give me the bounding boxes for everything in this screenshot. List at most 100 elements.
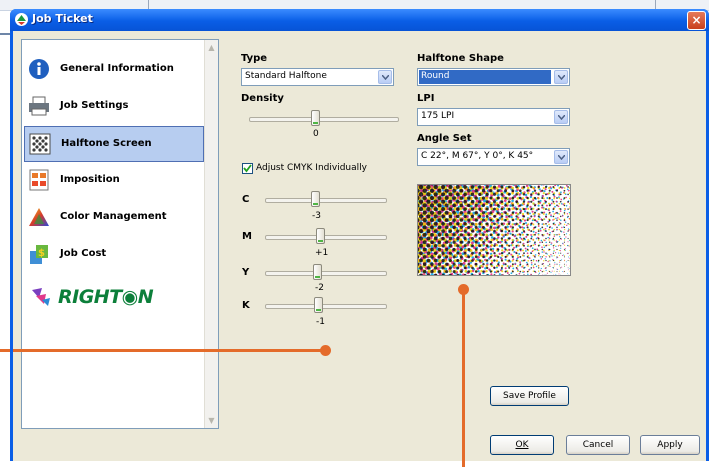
chevron-down-icon[interactable]: [554, 150, 568, 164]
lpi-select[interactable]: 175 LPI: [417, 108, 570, 126]
halftone-dot: [533, 265, 534, 266]
halftone-dot: [493, 208, 496, 211]
halftone-dot: [568, 269, 569, 270]
halftone-dot: [453, 270, 456, 273]
halftone-dot: [526, 262, 528, 264]
halftone-dot: [554, 271, 555, 272]
halftone-dot: [569, 203, 570, 205]
chevron-down-icon[interactable]: [554, 110, 568, 124]
halftone-dot: [423, 196, 427, 200]
halftone-dot: [527, 256, 529, 258]
halftone-dot: [543, 208, 545, 210]
halftone-dot: [543, 213, 545, 215]
halftone-dot: [553, 229, 555, 231]
halftone-dot: [501, 270, 503, 272]
halftone-dot: [453, 263, 456, 266]
halftone-dot: [508, 260, 510, 262]
halftone-dot: [564, 210, 566, 212]
halftone-dot: [527, 239, 529, 241]
nav-item-job-settings[interactable]: Job Settings: [24, 89, 202, 123]
halftone-dot: [538, 252, 540, 254]
close-button[interactable]: ×: [687, 11, 706, 30]
halftone-dot: [513, 251, 515, 253]
halftone-dot: [471, 252, 474, 255]
halftone-dot: [493, 215, 496, 218]
chevron-down-icon[interactable]: [554, 70, 568, 84]
halftone-dot: [460, 248, 463, 251]
channel-m-slider-thumb[interactable]: [316, 228, 325, 244]
halftone-dot: [566, 265, 567, 266]
halftone-dot: [540, 200, 542, 202]
halftone-dot: [538, 265, 539, 266]
channel-c-slider-thumb[interactable]: [311, 191, 320, 207]
halftone-shape-select[interactable]: Round: [417, 68, 570, 86]
halftone-dot: [491, 239, 494, 242]
halftone-dot: [523, 245, 525, 247]
apply-button[interactable]: Apply: [640, 435, 700, 455]
nav-item-imposition[interactable]: Imposition: [24, 163, 202, 197]
halftone-dot: [530, 186, 532, 188]
halftone-dot: [509, 204, 512, 207]
halftone-dot: [486, 259, 488, 261]
halftone-dot: [556, 205, 558, 207]
nav-item-job-cost[interactable]: $ Job Cost: [24, 237, 202, 271]
halftone-dot: [556, 197, 558, 199]
nav-item-color-management[interactable]: Color Management: [24, 200, 202, 234]
halftone-dot: [430, 255, 434, 259]
title-bar[interactable]: Job Ticket ×: [10, 9, 709, 31]
halftone-dot: [434, 266, 437, 269]
halftone-dot: [508, 200, 511, 203]
halftone-dot: [515, 215, 517, 217]
channel-m-slider-track[interactable]: [265, 235, 387, 240]
halftone-dot: [419, 192, 423, 196]
halftone-dot: [564, 239, 565, 240]
halftone-dot: [482, 189, 485, 192]
chevron-down-icon[interactable]: [378, 70, 392, 84]
category-scrollbar[interactable]: ▲ ▼: [204, 40, 218, 428]
halftone-dot: [519, 204, 521, 206]
halftone-dot: [506, 239, 508, 241]
halftone-dot: [569, 255, 570, 256]
halftone-dot: [545, 228, 547, 230]
density-slider-track[interactable]: [249, 117, 399, 122]
halftone-dot: [449, 252, 452, 255]
money-icon: $: [28, 243, 50, 265]
adjust-cmyk-checkbox[interactable]: [242, 163, 253, 174]
halftone-dot: [553, 218, 555, 220]
halftone-dot: [501, 255, 503, 257]
halftone-dot: [545, 256, 546, 257]
halftone-dot: [478, 185, 481, 188]
scroll-up-icon[interactable]: ▲: [206, 42, 217, 53]
halftone-dot: [485, 249, 488, 252]
channel-c-slider-track[interactable]: [265, 198, 387, 203]
channel-y-slider-track[interactable]: [265, 271, 387, 276]
halftone-dot: [538, 260, 539, 261]
halftone-dot: [482, 241, 485, 244]
halftone-dot: [504, 226, 506, 228]
halftone-dot: [548, 260, 549, 261]
halftone-dot: [554, 185, 556, 186]
ok-button[interactable]: OK: [490, 435, 554, 455]
halftone-dot: [456, 274, 459, 275]
angle-set-select[interactable]: C 22°, M 67°, Y 0°, K 45°: [417, 148, 570, 166]
halftone-dot: [501, 252, 503, 254]
density-slider-thumb[interactable]: [311, 110, 320, 126]
halftone-dot: [558, 245, 559, 246]
nav-item-halftone-screen[interactable]: Halftone Screen: [24, 126, 204, 162]
channel-y-slider-thumb[interactable]: [313, 264, 322, 280]
save-profile-button[interactable]: Save Profile: [490, 386, 569, 406]
halftone-dot: [460, 204, 464, 208]
halftone-dot: [523, 201, 525, 203]
cancel-button[interactable]: Cancel: [566, 435, 630, 455]
channel-k-slider-track[interactable]: [265, 304, 387, 309]
color-triangle-icon: [28, 206, 50, 228]
type-select[interactable]: Standard Halftone: [241, 68, 394, 86]
halftone-dot: [430, 218, 434, 222]
scroll-down-icon[interactable]: ▼: [206, 415, 217, 426]
nav-item-general-information[interactable]: General Information: [24, 52, 202, 86]
halftone-dot: [517, 265, 519, 267]
channel-k-slider-thumb[interactable]: [314, 297, 323, 313]
halftone-dot: [522, 218, 524, 220]
halftone-dot: [512, 265, 514, 267]
halftone-dot: [430, 196, 434, 200]
